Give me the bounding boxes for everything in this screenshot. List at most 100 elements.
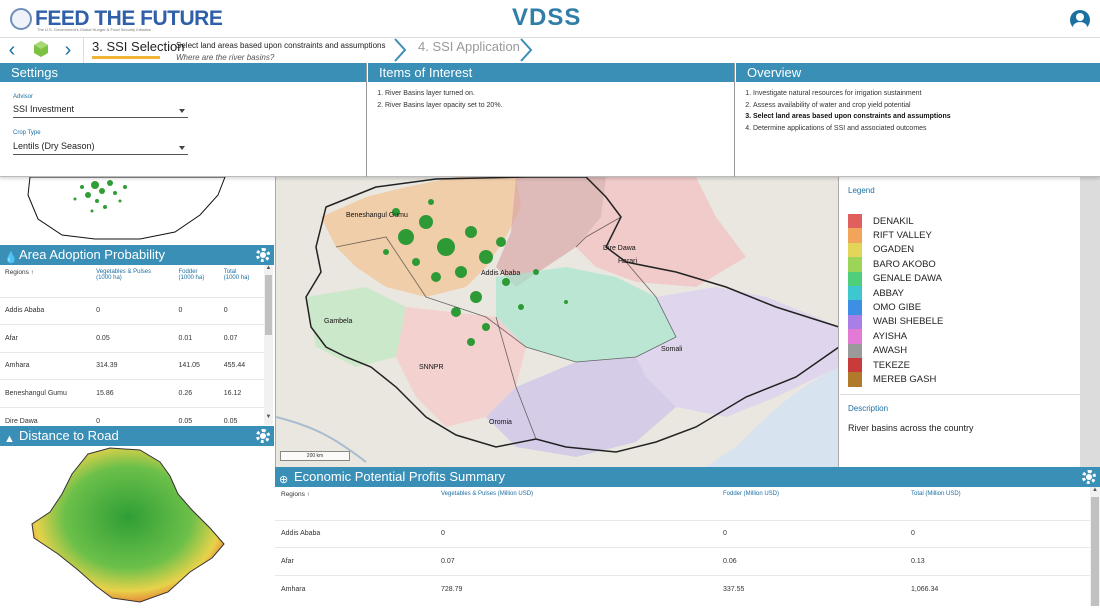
distance-map[interactable]	[0, 446, 274, 606]
cell-fodder: 0	[717, 519, 905, 548]
column-header-regions[interactable]: Regions ↑	[275, 487, 435, 520]
cell-total: 0.13	[905, 547, 1090, 575]
advisor-select[interactable]: SSI Investment	[13, 104, 188, 118]
adoption-map[interactable]	[0, 177, 274, 245]
river-basin-map[interactable]: Beneshangul Gumu Dire Dawa Harari Addis …	[275, 177, 838, 467]
legend-item: MEREB GASH	[848, 372, 943, 387]
advisor-label: Advisor	[13, 94, 34, 100]
table-header-row: Regions ↑ Vegetables & Pulses (1000 ha) F…	[0, 265, 264, 297]
scroll-up-icon[interactable]: ▲	[1090, 487, 1100, 497]
legend-swatch	[848, 214, 862, 229]
next-step-label[interactable]: 4. SSI Application	[418, 39, 520, 54]
cell-fodder: 0.05	[173, 406, 219, 425]
column-header-fodder[interactable]: Fodder (1000 ha)	[174, 265, 219, 297]
current-step-indicator	[92, 56, 160, 59]
cell-vegetables: 0	[91, 296, 174, 325]
cell-fodder: 0	[173, 296, 219, 325]
divider	[734, 63, 735, 177]
account-circle-icon[interactable]	[1070, 10, 1090, 30]
scrollbar-thumb[interactable]	[1091, 497, 1099, 606]
column-header-total[interactable]: Total (Million USD)	[905, 487, 1090, 520]
overview-list: Investigate natural resources for irriga…	[744, 88, 951, 134]
column-header-regions[interactable]: Regions ↑	[0, 265, 91, 297]
cell-total: 1,066.34	[905, 574, 1090, 603]
table-row: Amhara 314.39 141.05 455.44	[0, 351, 264, 380]
area-adoption-table: Regions ↑ Vegetables & Pulses (1000 ha) F…	[0, 265, 264, 425]
distance-map-graphic	[31, 447, 225, 603]
list-item: River Basins layer turned on.	[385, 88, 503, 100]
legend-swatch	[848, 343, 862, 358]
chevron-left-icon[interactable]: ‹	[5, 40, 19, 62]
cell-vegetables: 0.07	[435, 547, 717, 575]
cell-region: Amhara	[0, 351, 92, 380]
map-label: Oromia	[489, 419, 512, 426]
list-item: Determine applications of SSI and associ…	[753, 123, 951, 135]
legend-label: GENALE DAWA	[873, 273, 942, 285]
step-question-text: Where are the river basins?	[176, 53, 275, 62]
cell-fodder: 0.06	[717, 547, 905, 575]
river-basin-map-graphic: Beneshangul Gumu Dire Dawa Harari Addis …	[276, 177, 838, 467]
legend-label: OGADEN	[873, 244, 915, 256]
cell-total: 0.05	[218, 406, 264, 425]
current-step-description: Select land areas based upon constraints…	[176, 40, 385, 64]
brand-subtitle: The U.S. Government's Global Hunger & Fo…	[37, 27, 151, 32]
current-step-label[interactable]: 3. SSI Selection	[92, 39, 185, 54]
items-of-interest-list: River Basins layer turned on. River Basi…	[376, 88, 503, 111]
chevron-right-icon[interactable]: ›	[61, 40, 75, 62]
legend-swatch	[848, 271, 862, 286]
legend-label: ABBAY	[873, 287, 904, 299]
cell-region: Amhara	[275, 574, 435, 603]
crop-type-label: Crop Type	[13, 130, 41, 136]
map-label: SNNPR	[419, 364, 444, 371]
legend-list: DENAKIL RIFT VALLEY OGADEN BARO AKOBO GENALE…	[848, 214, 943, 387]
legend-item: OGADEN	[848, 242, 943, 258]
cell-region: Dire Dawa	[0, 406, 92, 425]
scroll-up-icon[interactable]: ▲	[264, 265, 273, 275]
gear-icon[interactable]	[256, 429, 270, 443]
map-label: Addis Ababa	[481, 270, 520, 277]
table-row: Addis Ababa 0 0 0	[275, 519, 1090, 548]
divider	[366, 63, 367, 177]
legend-swatch	[848, 357, 862, 373]
legend-item: OMO GIBE	[848, 300, 943, 315]
map-label: Somali	[661, 346, 683, 353]
scroll-down-icon[interactable]: ▼	[264, 414, 273, 424]
legend-label: RIFT VALLEY	[873, 230, 932, 242]
legend-item: GENALE DAWA	[848, 271, 943, 286]
table-row: Beneshangul Gumu 15.86 0.26 16.12	[0, 379, 264, 407]
feed-the-future-logo[interactable]: FEED THE FUTURE The U.S. Government's Gl…	[10, 7, 223, 32]
map-scale-bar: 200 km	[280, 451, 350, 461]
legend-swatch	[848, 257, 862, 272]
column-header-vegetables[interactable]: Vegetables & Pulses (Million USD)	[435, 487, 717, 520]
divider	[83, 38, 84, 63]
economic-summary-table: Regions ↑ Vegetables & Pulses (Million U…	[275, 487, 1090, 606]
table-row: Dire Dawa 0 0.05 0.05	[0, 406, 264, 425]
cell-vegetables: 15.86	[91, 379, 174, 407]
legend-side-strip	[1080, 177, 1100, 467]
description-text: River basins across the country	[848, 423, 974, 433]
column-header-vegetables[interactable]: Vegetables & Pulses (1000 ha)	[91, 265, 173, 297]
list-item: Assess availability of water and crop yi…	[753, 100, 951, 112]
list-item: Investigate natural resources for irriga…	[753, 88, 951, 100]
table-row: Amhara 728.79 337.55 1,066.34	[275, 574, 1090, 603]
cell-total: 0	[905, 519, 1090, 548]
vdss-logo[interactable]: VDSS	[512, 4, 581, 32]
adoption-map-graphic	[27, 177, 226, 240]
map-label: Harari	[618, 258, 638, 265]
scrollbar-thumb[interactable]	[265, 275, 272, 335]
crop-type-select[interactable]: Lentils (Dry Season)	[13, 141, 188, 155]
legend-swatch	[848, 228, 862, 243]
legend-item: AYISHA	[848, 329, 943, 344]
step-chevron-icon	[520, 38, 533, 62]
map-label: Beneshangul Gumu	[346, 212, 408, 219]
gear-icon[interactable]	[256, 248, 270, 262]
legend-label: BARO AKOBO	[873, 258, 936, 270]
column-header-fodder[interactable]: Fodder (Million USD)	[717, 487, 905, 520]
legend-label: OMO GIBE	[873, 302, 922, 314]
gear-icon[interactable]	[1082, 470, 1096, 484]
map-label: Gambela	[324, 318, 353, 325]
area-adoption-title: Area Adoption Probability	[19, 247, 165, 262]
legend-item: AWASH	[848, 343, 943, 358]
distance-to-road-title: Distance to Road	[19, 428, 119, 443]
column-header-total[interactable]: Total (1000 ha)	[219, 265, 264, 297]
